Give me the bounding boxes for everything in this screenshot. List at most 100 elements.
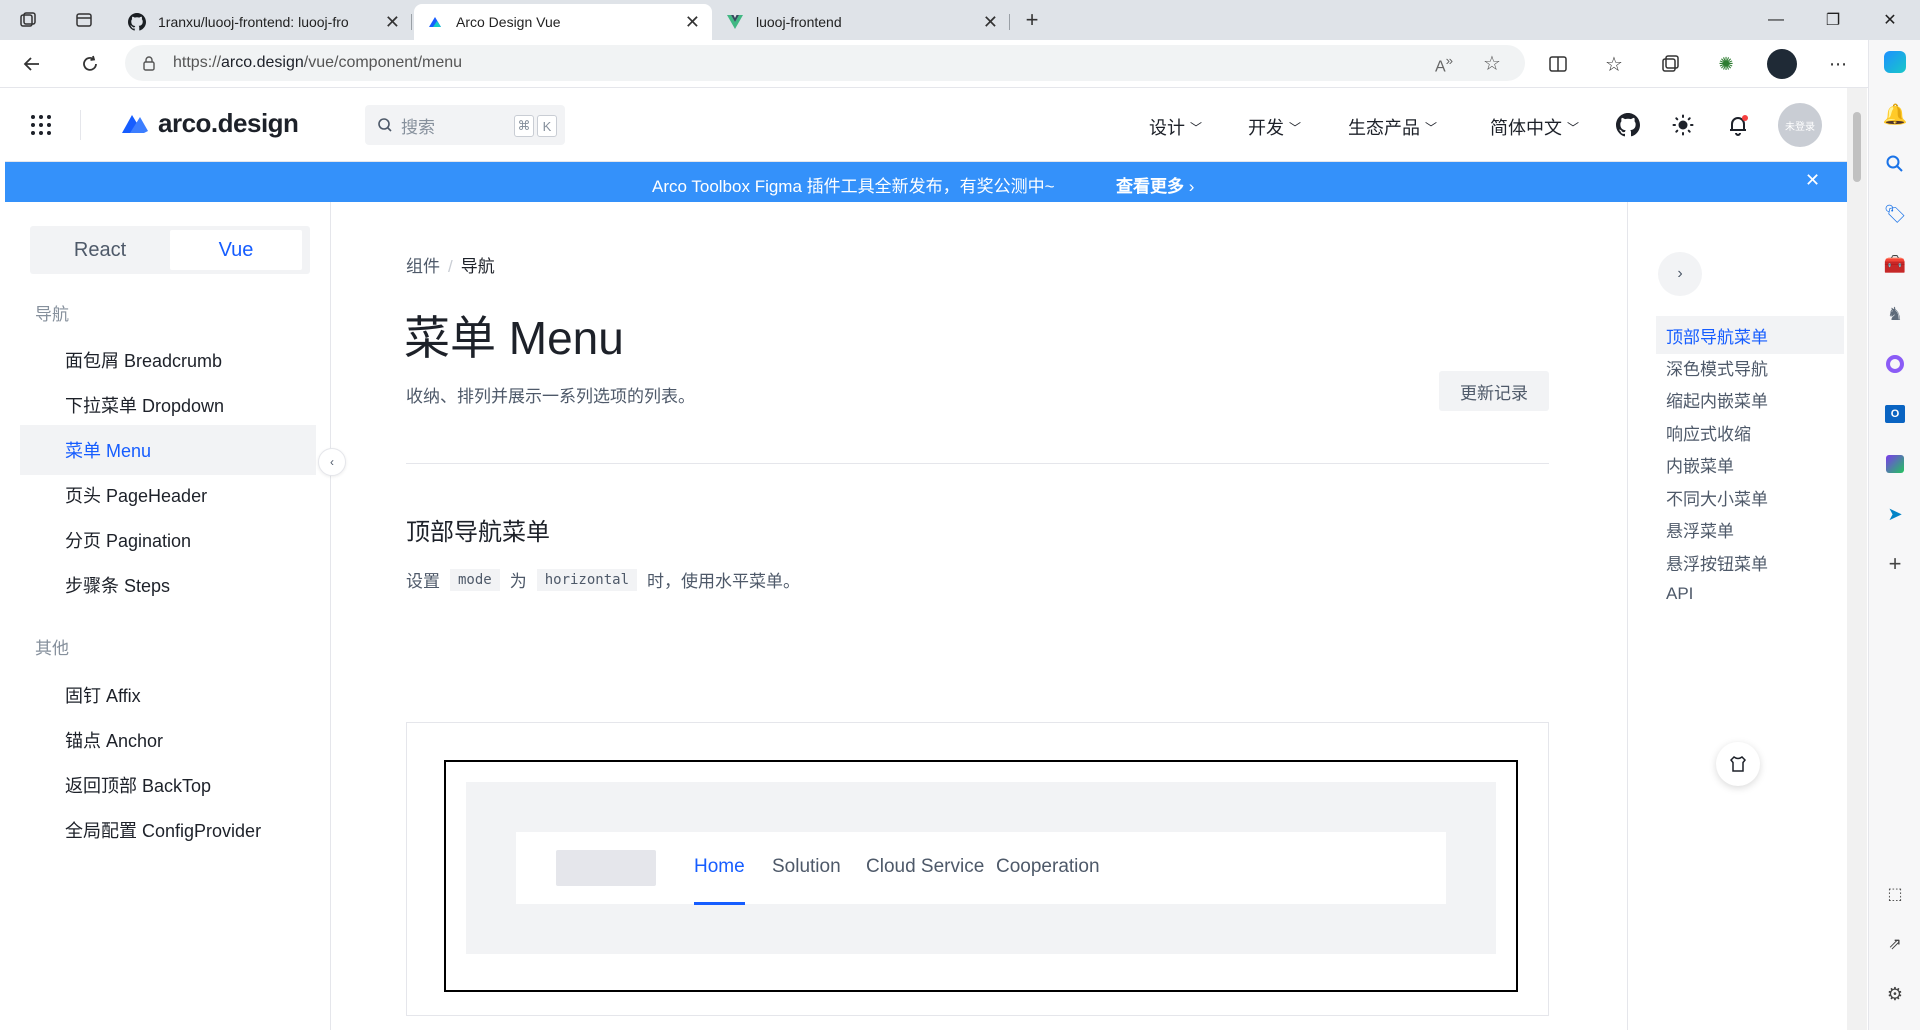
microsoft365-icon[interactable] <box>1883 352 1907 376</box>
avatar[interactable]: 未登录 <box>1778 103 1822 147</box>
back-icon[interactable] <box>10 42 54 86</box>
settings-gear-icon[interactable]: ⚙ <box>1883 982 1907 1006</box>
nav-develop[interactable]: 开发 ﹀ <box>1248 114 1301 140</box>
sidebar-item-pageheader[interactable]: 页头 PageHeader <box>20 470 316 520</box>
chevron-right-icon: › <box>1677 265 1683 282</box>
outlook-icon[interactable]: O <box>1883 402 1907 426</box>
sidebar-item-configprovider[interactable]: 全局配置 ConfigProvider <box>20 805 316 855</box>
section-title: 顶部导航菜单 <box>406 519 550 546</box>
menu-logo-placeholder <box>556 850 656 886</box>
language-select[interactable]: 简体中文 ﹀ <box>1490 114 1579 140</box>
nav-design-label: 设计 <box>1149 118 1185 138</box>
component-sidebar: React Vue 导航 面包屑 Breadcrumb 下拉菜单 Dropdow… <box>5 202 331 1030</box>
new-tab-icon[interactable]: + <box>1012 0 1052 40</box>
demo-box: Home Solution Cloud Service Cooperation <box>406 722 1549 1016</box>
notification-bell-icon[interactable]: 🔔 <box>1883 102 1908 126</box>
extension-icon[interactable]: ✺ <box>1706 44 1746 84</box>
collections-icon[interactable] <box>1650 44 1690 84</box>
menu-item-cloud-service[interactable]: Cloud Service <box>866 856 984 878</box>
split-screen-icon[interactable] <box>1538 44 1578 84</box>
more-menu-icon[interactable]: ⋯ <box>1818 44 1858 84</box>
banner-more-link[interactable]: 查看更多 › <box>1116 172 1194 197</box>
vertical-tabs-icon[interactable] <box>64 0 104 40</box>
browser-tab-luooj[interactable]: luooj-frontend ✕ <box>714 4 1010 40</box>
copilot-icon[interactable] <box>1883 50 1907 74</box>
page-title: 菜单 Menu <box>404 312 624 364</box>
menu-item-cooperation[interactable]: Cooperation <box>996 856 1100 878</box>
designer-icon[interactable] <box>1883 452 1907 476</box>
browser-tab-arco[interactable]: Arco Design Vue ✕ <box>414 4 712 40</box>
site-header: arco.design 搜索 ⌘ K 设计 ﹀ 开发 ﹀ 生态产品 ﹀ 简体中文 ﹀ 未… <box>5 88 1847 162</box>
sidebar-item-dropdown[interactable]: 下拉菜单 Dropdown <box>20 380 316 430</box>
shirt-icon <box>1729 756 1747 772</box>
group-title-navigation: 导航 <box>35 305 69 324</box>
apps-grid-icon[interactable] <box>30 114 52 136</box>
menu-item-home[interactable]: Home <box>694 856 745 905</box>
tab-title: luooj-frontend <box>756 14 842 30</box>
minimize-icon[interactable]: — <box>1748 0 1804 40</box>
search-icon <box>378 118 392 132</box>
send-icon[interactable]: ➤ <box>1883 502 1907 526</box>
read-aloud-icon[interactable]: A» <box>1435 53 1453 76</box>
reload-icon[interactable] <box>68 42 112 86</box>
sidebar-item-pagination[interactable]: 分页 Pagination <box>20 515 316 565</box>
sidebar-item-steps[interactable]: 步骤条 Steps <box>20 560 316 610</box>
favorite-star-icon[interactable]: ☆ <box>1483 51 1501 76</box>
desc-text: 时，使用水平菜单。 <box>647 572 801 591</box>
github-icon[interactable] <box>1615 112 1641 138</box>
sidebar-item-anchor[interactable]: 锚点 Anchor <box>20 715 316 765</box>
desc-text: 为 <box>509 572 527 591</box>
page-scrollbar[interactable] <box>1847 88 1867 1030</box>
divider <box>80 110 81 140</box>
toc-item[interactable]: API <box>1656 575 1844 613</box>
shopping-tag-icon[interactable]: 🏷 <box>1883 202 1907 226</box>
sidebar-item-backtop[interactable]: 返回顶部 BackTop <box>20 760 316 810</box>
tab-close-icon[interactable]: ✕ <box>685 12 700 33</box>
search-icon[interactable] <box>1883 152 1907 176</box>
open-external-icon[interactable]: ⇗ <box>1883 932 1907 956</box>
workspaces-icon[interactable] <box>8 0 48 40</box>
tab-close-icon[interactable]: ✕ <box>385 12 400 33</box>
toc-toggle-button[interactable]: › <box>1658 252 1702 296</box>
games-icon[interactable]: ♞ <box>1883 302 1907 326</box>
breadcrumb-item[interactable]: 组件 <box>406 257 440 276</box>
chevron-right-icon: › <box>1188 177 1195 196</box>
tools-briefcase-icon[interactable]: 🧰 <box>1883 252 1907 276</box>
lock-icon <box>143 56 155 71</box>
address-bar: https://arco.design/vue/component/menu A… <box>0 40 1920 88</box>
feedback-button[interactable] <box>1716 742 1760 786</box>
language-label: 简体中文 <box>1490 118 1562 138</box>
menu-item-solution[interactable]: Solution <box>772 856 841 878</box>
search-input[interactable]: 搜索 ⌘ K <box>365 105 565 145</box>
nav-ecosystem[interactable]: 生态产品 ﹀ <box>1348 114 1437 140</box>
sidebar-item-affix[interactable]: 固钉 Affix <box>20 670 316 720</box>
divider <box>406 463 1549 464</box>
nav-design[interactable]: 设计 ﹀ <box>1149 114 1202 140</box>
scrollbar-thumb[interactable] <box>1853 112 1861 182</box>
maximize-icon[interactable]: ❐ <box>1805 0 1861 40</box>
url-bar[interactable]: https://arco.design/vue/component/menu A… <box>125 45 1525 81</box>
theme-sun-icon[interactable] <box>1670 112 1696 138</box>
profile-avatar-icon[interactable] <box>1762 44 1802 84</box>
tab-close-icon[interactable]: ✕ <box>983 12 998 33</box>
switch-react[interactable]: React <box>34 230 166 270</box>
browser-tab-github[interactable]: 1ranxu/luooj-frontend: luooj-fro ✕ <box>116 4 412 40</box>
chevron-down-icon: ﹀ <box>1567 120 1580 135</box>
arco-site: arco.design 搜索 ⌘ K 设计 ﹀ 开发 ﹀ 生态产品 ﹀ 简体中文 ﹀ 未… <box>5 88 1847 1030</box>
tab-title: 1ranxu/luooj-frontend: luooj-fro <box>158 14 349 30</box>
close-window-icon[interactable]: ✕ <box>1862 0 1918 40</box>
url-path: /vue/component/menu <box>303 54 463 71</box>
screenshot-icon[interactable]: ⬚ <box>1883 882 1907 906</box>
kbd-cmd: ⌘ <box>514 115 534 137</box>
vue-logo-icon <box>727 15 743 29</box>
add-icon[interactable]: + <box>1883 551 1907 576</box>
favorites-icon[interactable]: ☆ <box>1594 44 1634 84</box>
switch-vue[interactable]: Vue <box>170 230 302 270</box>
sidebar-item-breadcrumb[interactable]: 面包屑 Breadcrumb <box>20 335 316 385</box>
changelog-button[interactable]: 更新记录 <box>1439 371 1549 411</box>
banner-close-icon[interactable]: ✕ <box>1805 170 1820 191</box>
horizontal-menu: Home Solution Cloud Service Cooperation <box>516 832 1446 905</box>
notification-bell-icon[interactable] <box>1725 112 1751 138</box>
sidebar-item-menu[interactable]: 菜单 Menu <box>20 425 316 475</box>
arco-logo[interactable]: arco.design <box>120 108 299 139</box>
